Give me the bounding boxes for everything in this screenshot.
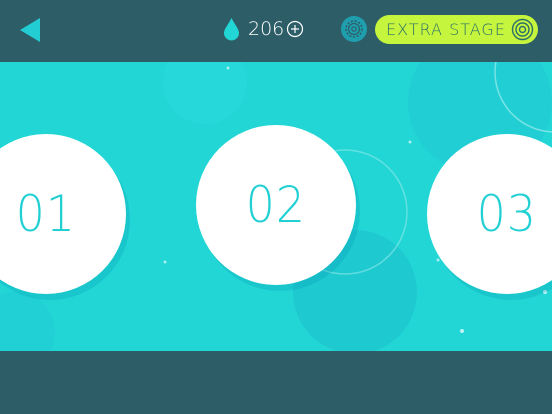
extra-stage-label: EXTRA STAGE	[386, 20, 506, 39]
stage-number: 01	[15, 185, 77, 243]
stage-carousel[interactable]: 01 02 03	[0, 62, 552, 351]
bottom-bar	[0, 351, 552, 414]
top-bar: 206 EXTRA STAGE	[0, 0, 552, 62]
water-drop-icon	[224, 18, 239, 41]
stage-number: 02	[245, 176, 307, 234]
stage-button-02[interactable]: 02	[196, 125, 356, 285]
back-triangle-icon[interactable]	[18, 17, 42, 43]
plus-circle-icon[interactable]	[286, 20, 304, 38]
extra-stage-button[interactable]: EXTRA STAGE	[375, 15, 538, 44]
stage-select-screen: 206 EXTRA STAGE 01 02 03	[0, 0, 552, 414]
concentric-circles-icon	[511, 18, 534, 41]
gear-icon[interactable]	[340, 15, 368, 43]
drop-count: 206	[248, 18, 285, 40]
stage-number: 03	[476, 185, 538, 243]
